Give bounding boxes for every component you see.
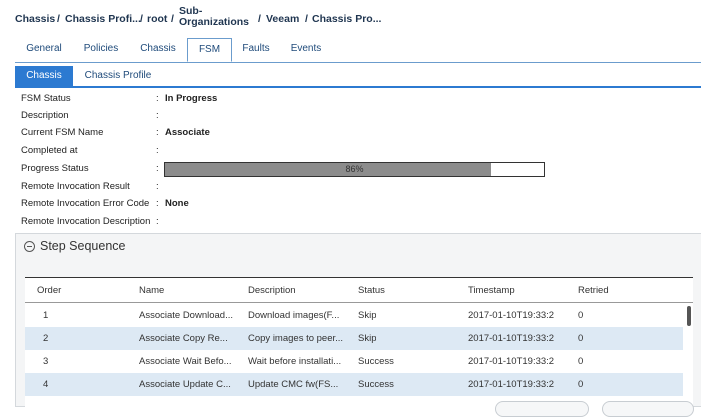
progress-status-label: Progress Status <box>21 163 89 174</box>
subtab-bar: Chassis Chassis Profile <box>15 66 701 86</box>
cell-order: 1 <box>43 310 49 321</box>
cell-timestamp: 2017-01-10T19:33:2 <box>468 379 555 390</box>
cell-retried: 0 <box>578 356 584 367</box>
column-header-name[interactable]: Name <box>139 285 164 296</box>
tab-bar: General Policies Chassis FSM Faults Even… <box>15 38 701 62</box>
cell-status: Skip <box>358 310 377 321</box>
partially-visible-button[interactable] <box>495 401 589 417</box>
table-row[interactable]: 4 Associate Update C... Update CMC fw(FS… <box>25 373 683 396</box>
tab-policies[interactable]: Policies <box>73 38 129 62</box>
breadcrumb-chassis[interactable]: Chassis <box>15 13 55 25</box>
subtab-chassis-profile[interactable]: Chassis Profile <box>77 66 159 86</box>
cell-retried: 0 <box>578 379 584 390</box>
table-row[interactable]: 2 Associate Copy Re... Copy images to pe… <box>25 327 683 350</box>
breadcrumb-separator: / <box>171 13 174 25</box>
cell-order: 3 <box>43 356 49 367</box>
colon: : <box>156 216 159 227</box>
current-fsm-name-value: Associate <box>165 127 210 138</box>
fsm-status-label: FSM Status <box>21 93 71 104</box>
colon: : <box>156 127 159 138</box>
cell-description: Update CMC fw(FS... <box>248 379 339 390</box>
step-sequence-title: Step Sequence <box>40 239 126 253</box>
breadcrumb-separator: / <box>140 13 143 25</box>
cell-retried: 0 <box>578 333 584 344</box>
tab-general[interactable]: General <box>15 38 73 62</box>
table-scrollbar[interactable] <box>687 306 691 326</box>
colon: : <box>156 198 159 209</box>
colon: : <box>156 110 159 121</box>
tab-chassis[interactable]: Chassis <box>129 38 187 62</box>
column-header-order[interactable]: Order <box>37 285 61 296</box>
subtab-divider <box>15 86 701 88</box>
breadcrumb-separator: / <box>258 13 261 25</box>
cell-name: Associate Update C... <box>139 379 231 390</box>
colon: : <box>156 145 159 156</box>
cell-description: Download images(F... <box>248 310 340 321</box>
tab-fsm[interactable]: FSM <box>187 38 232 62</box>
breadcrumb-chassis-profile: Chassis Pro... <box>312 13 382 25</box>
remote-invocation-error-code-value: None <box>165 198 189 209</box>
column-header-description[interactable]: Description <box>248 285 296 296</box>
breadcrumb-sub-organizations-line2: Organizations <box>179 16 250 28</box>
column-header-status[interactable]: Status <box>358 285 385 296</box>
cell-retried: 0 <box>578 310 584 321</box>
breadcrumb-separator: / <box>57 13 60 25</box>
subtab-chassis[interactable]: Chassis <box>15 66 73 86</box>
cell-name: Associate Copy Re... <box>139 333 228 344</box>
progress-bar-text: 86% <box>345 164 364 174</box>
breadcrumb-chassis-profiles[interactable]: Chassis Profi... <box>65 13 141 25</box>
description-label: Description <box>21 110 69 121</box>
step-sequence-panel: Step Sequence Order Name Description Sta… <box>15 233 701 409</box>
tab-events[interactable]: Events <box>280 38 332 62</box>
remote-invocation-error-code-label: Remote Invocation Error Code <box>21 198 150 209</box>
table-row[interactable]: 1 Associate Download... Download images(… <box>25 304 683 327</box>
cell-timestamp: 2017-01-10T19:33:2 <box>468 356 555 367</box>
breadcrumb-root[interactable]: root <box>147 13 167 25</box>
remote-invocation-result-label: Remote Invocation Result <box>21 181 130 192</box>
header-divider <box>25 302 693 303</box>
cell-order: 2 <box>43 333 49 344</box>
cell-description: Wait before installati... <box>248 356 342 367</box>
cell-status: Success <box>358 356 394 367</box>
cell-name: Associate Download... <box>139 310 233 321</box>
colon: : <box>156 93 159 104</box>
table-row[interactable]: 3 Associate Wait Befo... Wait before ins… <box>25 350 683 373</box>
cell-timestamp: 2017-01-10T19:33:2 <box>468 333 555 344</box>
tab-faults[interactable]: Faults <box>232 38 280 62</box>
partially-visible-button[interactable] <box>602 401 694 417</box>
step-sequence-table: Order Name Description Status Timestamp … <box>25 277 693 409</box>
minus-circle-icon[interactable] <box>24 241 35 252</box>
step-sequence-header[interactable]: Step Sequence <box>16 234 701 262</box>
fsm-status-value: In Progress <box>165 93 218 104</box>
colon: : <box>156 163 159 174</box>
progress-bar: 86% <box>164 162 545 177</box>
cell-timestamp: 2017-01-10T19:33:2 <box>468 310 555 321</box>
completed-at-label: Completed at <box>21 145 78 156</box>
cell-name: Associate Wait Befo... <box>139 356 232 367</box>
tab-divider <box>15 62 701 63</box>
column-header-timestamp[interactable]: Timestamp <box>468 285 515 296</box>
colon: : <box>156 181 159 192</box>
cell-status: Skip <box>358 333 377 344</box>
cell-status: Success <box>358 379 394 390</box>
cell-description: Copy images to peer... <box>248 333 344 344</box>
column-header-retried[interactable]: Retried <box>578 285 609 296</box>
current-fsm-name-label: Current FSM Name <box>21 127 104 138</box>
breadcrumb-sub-organizations[interactable]: Sub- Organizations <box>179 6 249 28</box>
breadcrumb-veeam[interactable]: Veeam <box>266 13 299 25</box>
breadcrumb-separator: / <box>305 13 308 25</box>
remote-invocation-description-label: Remote Invocation Description <box>21 216 151 227</box>
cell-order: 4 <box>43 379 49 390</box>
